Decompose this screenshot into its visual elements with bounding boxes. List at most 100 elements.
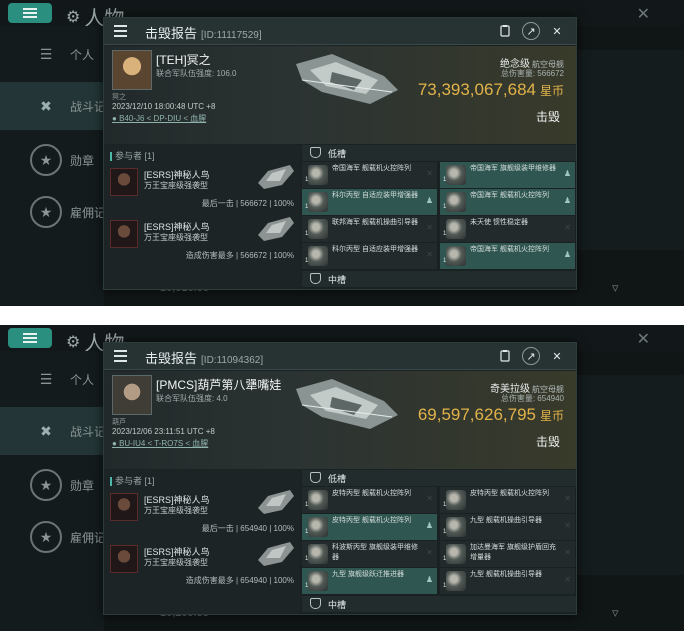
star-icon: ★ bbox=[30, 144, 62, 176]
character-icon: ⚙ bbox=[66, 8, 81, 26]
attackers-header: 参与者 [1] bbox=[110, 149, 155, 162]
close-icon[interactable]: ✕ bbox=[637, 4, 650, 24]
attacker-row[interactable]: [ESRS]神秘人鸟 万王宝座级强袭型 最后一击 | 566672 | 100% bbox=[104, 163, 300, 213]
victim-portrait[interactable] bbox=[112, 50, 152, 90]
dropped-icon: ♟ bbox=[425, 196, 433, 205]
victim-ship-image[interactable] bbox=[292, 46, 402, 112]
module-quantity: 1 bbox=[305, 529, 309, 535]
sidebar-item-medals[interactable]: ★ 勋章 bbox=[0, 136, 104, 184]
main-menu-button[interactable] bbox=[8, 3, 52, 23]
sidebar-item-label: 个人 bbox=[70, 47, 95, 62]
module-item[interactable]: 1 科尔丙型 自适应装甲增强器 ♟ bbox=[302, 189, 437, 215]
module-name: 帝国海军 舰载机火控阵列 bbox=[332, 165, 411, 172]
attacker-portrait[interactable] bbox=[110, 220, 138, 248]
panel-title: 击毁报告 [ID:11094362] bbox=[145, 348, 263, 367]
attacker-percent: 100% bbox=[273, 524, 294, 533]
kill-location[interactable]: ● BU-IU4 < T-RO7S < 血腥 bbox=[112, 438, 208, 449]
copy-icon[interactable] bbox=[496, 347, 514, 365]
module-item[interactable]: 1 帝国海军 旗舰级装甲维修器 ♟ bbox=[440, 162, 575, 188]
attacker-row[interactable]: [ESRS]神秘人鸟 万王宝座级强袭型 造成伤害最多 | 654940 | 10… bbox=[104, 540, 300, 590]
sidebar-item-combat[interactable]: ✖ 战斗记 bbox=[0, 82, 106, 130]
module-name: 帝国海军 舰载机火控阵列 bbox=[470, 192, 549, 199]
kill-time: 2023/12/06 23:11:51 UTC +8 bbox=[112, 427, 215, 436]
attacker-portrait[interactable] bbox=[110, 168, 138, 196]
victim-ship-image[interactable] bbox=[292, 371, 402, 437]
close-icon[interactable]: ✕ bbox=[637, 329, 650, 349]
panel-menu-button[interactable] bbox=[109, 21, 131, 41]
close-icon[interactable]: ✕ bbox=[548, 22, 566, 40]
slot-header: 中槽 bbox=[302, 596, 576, 612]
module-quantity: 1 bbox=[443, 204, 447, 210]
module-icon bbox=[308, 246, 328, 266]
module-item[interactable]: 1 皮特丙型 舰载机火控阵列 ✕ bbox=[440, 487, 575, 513]
sidebar-item-combat[interactable]: ✖ 战斗记 bbox=[0, 407, 106, 455]
filter-icon[interactable]: ▿ bbox=[612, 280, 619, 296]
module-name: 帝国海军 旗舰级装甲维修器 bbox=[470, 165, 556, 172]
dropped-icon: ♟ bbox=[563, 169, 571, 178]
victim-portrait[interactable] bbox=[112, 375, 152, 415]
panel-header: 击毁报告 [ID:11117529] ↗ ✕ bbox=[104, 18, 576, 45]
module-item[interactable]: 1 帝国海军 舰载机火控阵列 ♟ bbox=[440, 189, 575, 215]
destroyed-icon: ✕ bbox=[426, 250, 433, 259]
share-icon[interactable]: ↗ bbox=[522, 22, 540, 40]
module-item[interactable]: 1 九型 旗舰级跃迁推进器 ♟ bbox=[302, 568, 437, 594]
sidebar-item-personal[interactable]: ☰ 个人 bbox=[0, 30, 104, 78]
module-item[interactable]: 1 加达曼海军 旗舰级护盾回充增量器 ✕ bbox=[440, 541, 575, 567]
filter-icon[interactable]: ▿ bbox=[612, 605, 619, 621]
sidebar-item-label: 勋章 bbox=[70, 153, 95, 168]
module-icon bbox=[308, 219, 328, 239]
star-icon: ★ bbox=[30, 469, 62, 501]
sidebar: ☰ 个人 ✖ 战斗记 ★ 勋章 ★ 雇佣记 bbox=[0, 351, 106, 631]
attacker-note: 造成伤害最多 bbox=[185, 576, 234, 585]
copy-icon[interactable] bbox=[496, 22, 514, 40]
victim-name[interactable]: [TEH]冥之 bbox=[156, 51, 211, 68]
close-icon[interactable]: ✕ bbox=[548, 347, 566, 365]
module-item[interactable]: 1 帝国海军 舰载机火控阵列 ♟ bbox=[440, 243, 575, 269]
attackers-section: 参与者 [1] [ESRS]神秘人鸟 万王宝座级强袭型 最后一击 | 56667… bbox=[104, 145, 300, 289]
module-quantity: 1 bbox=[443, 556, 447, 562]
kill-location[interactable]: ● B40-J6 < DP-DIU < 血腥 bbox=[112, 113, 206, 124]
panel-title-text: 击毁报告 bbox=[145, 26, 198, 41]
sidebar-item-medals[interactable]: ★ 勋章 bbox=[0, 461, 104, 509]
module-item[interactable]: 1 科波斯丙型 旗舰级装甲维修器 ✕ bbox=[302, 541, 437, 567]
main-menu-button[interactable] bbox=[8, 328, 52, 348]
module-item[interactable]: 1 帝国海军 舰载机火控阵列 ✕ bbox=[302, 162, 437, 188]
destroyed-icon: ✕ bbox=[426, 169, 433, 178]
share-icon[interactable]: ↗ bbox=[522, 347, 540, 365]
module-item[interactable]: 1 联邦海军 舰载机操曲引导器 ✕ bbox=[302, 216, 437, 242]
fitting-section: 低槽 1 皮特丙型 舰载机火控阵列 ✕ 1 皮特丙型 舰载机火控阵列 ♟ 1 科波斯丙型 旗舰级… bbox=[302, 470, 576, 614]
module-quantity: 1 bbox=[443, 177, 447, 183]
module-item[interactable]: 1 皮特丙型 舰载机火控阵列 ✕ bbox=[302, 487, 437, 513]
victim-name[interactable]: [PMCS]葫芦第八犟嘴娃 bbox=[156, 376, 281, 393]
panel-title-text: 击毁报告 bbox=[145, 351, 198, 366]
shield-icon bbox=[310, 598, 321, 609]
attacker-row[interactable]: [ESRS]神秘人鸟 万王宝座级强袭型 最后一击 | 654940 | 100% bbox=[104, 488, 300, 538]
module-item[interactable]: 1 科尔丙型 自适应装甲增强器 ✕ bbox=[302, 243, 437, 269]
module-item[interactable]: 1 九型 舰载机操曲引导器 ✕ bbox=[440, 568, 575, 594]
module-icon bbox=[446, 517, 466, 537]
attacker-note: 最后一击 bbox=[201, 524, 234, 533]
module-item[interactable]: 1 皮特丙型 舰载机火控阵列 ♟ bbox=[302, 514, 437, 540]
module-item[interactable]: 1 九型 舰载机操曲引导器 ✕ bbox=[440, 514, 575, 540]
kill-report-panel: 击毁报告 [ID:11117529] ↗ ✕ [TEH]冥之 联合军队伍强度: 1… bbox=[103, 17, 577, 290]
module-item[interactable]: 1 未天使 惯性稳定器 ✕ bbox=[440, 216, 575, 242]
sidebar-item-employment[interactable]: ★ 雇佣记 bbox=[0, 188, 106, 236]
dropped-icon: ♟ bbox=[425, 575, 433, 584]
sidebar-item-personal[interactable]: ☰ 个人 bbox=[0, 355, 104, 403]
attacker-damage: 566672 bbox=[240, 251, 267, 260]
isk-unit: 星币 bbox=[539, 84, 564, 98]
panel-menu-button[interactable] bbox=[109, 346, 131, 366]
slot-header-title: 低槽 bbox=[328, 149, 347, 159]
module-quantity: 1 bbox=[443, 502, 447, 508]
attacker-portrait[interactable] bbox=[110, 493, 138, 521]
module-name: 皮特丙型 舰载机火控阵列 bbox=[332, 490, 411, 497]
isk-value-number: 69,597,626,795 bbox=[417, 405, 536, 424]
slot-header-title: 中槽 bbox=[328, 600, 347, 610]
sidebar-item-employment[interactable]: ★ 雇佣记 bbox=[0, 513, 106, 561]
module-name: 九型 舰载机操曲引导器 bbox=[470, 571, 542, 578]
attacker-portrait[interactable] bbox=[110, 545, 138, 573]
attacker-row[interactable]: [ESRS]神秘人鸟 万王宝座级强袭型 造成伤害最多 | 566672 | 10… bbox=[104, 215, 300, 265]
attacker-stat: 造成伤害最多 | 654940 | 100% bbox=[185, 576, 294, 585]
fitting-section: 低槽 1 帝国海军 舰载机火控阵列 ✕ 1 科尔丙型 自适应装甲增强器 ♟ 1 联邦海军 舰载机… bbox=[302, 145, 576, 289]
attacker-ship: 万王宝座级强袭型 bbox=[144, 558, 208, 567]
